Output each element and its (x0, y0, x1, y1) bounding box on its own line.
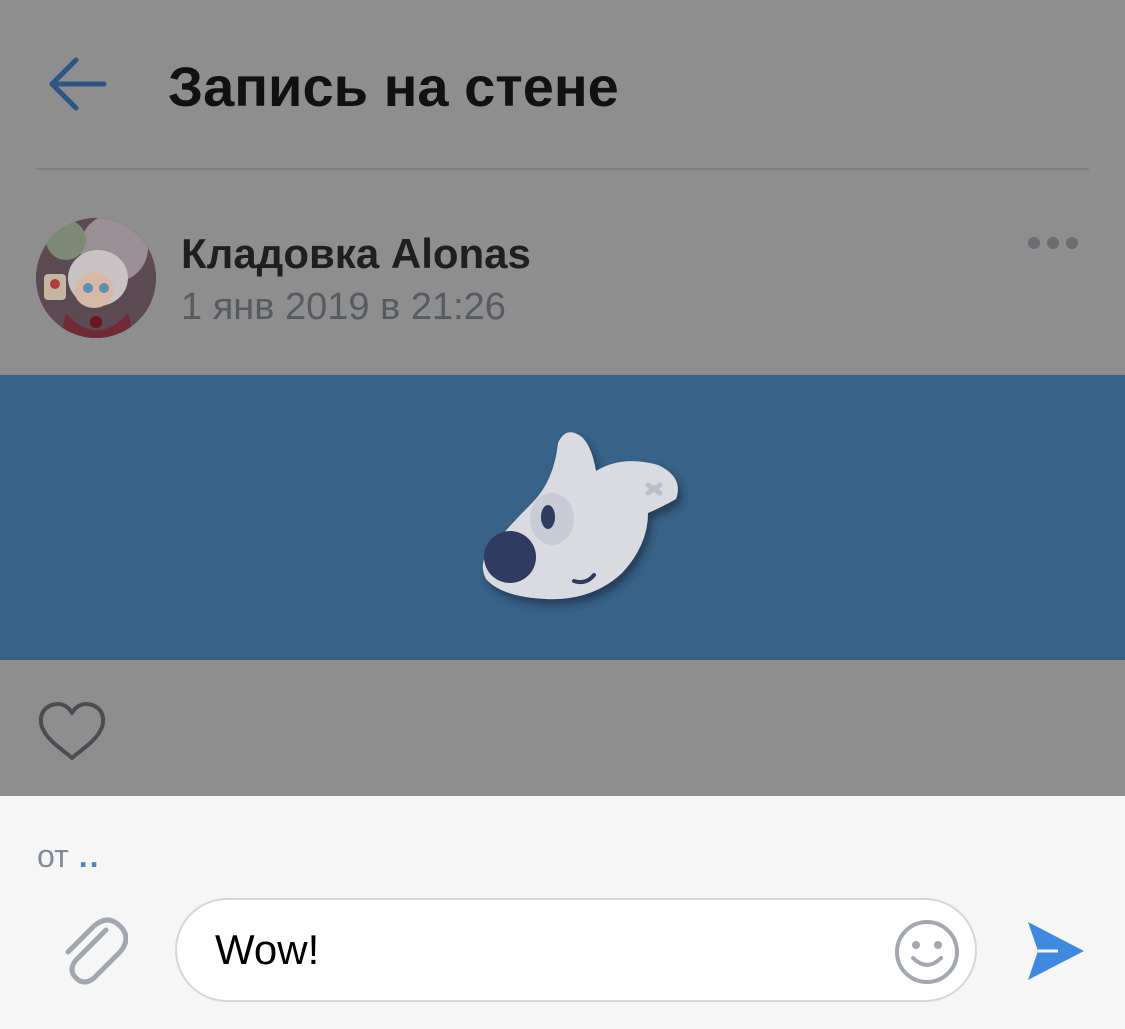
page-title: Запись на стене (168, 55, 619, 118)
emoji-button[interactable] (893, 918, 961, 986)
header-divider (36, 168, 1089, 170)
more-dots-icon (1028, 237, 1078, 249)
back-button[interactable] (46, 54, 110, 114)
dog-mascot-icon (482, 432, 678, 600)
paperclip-icon (65, 917, 129, 985)
like-button[interactable] (36, 700, 108, 764)
avatar-image (36, 218, 156, 338)
header: Запись на стене (0, 0, 1125, 170)
from-row: от.. (37, 838, 101, 874)
more-options-button[interactable] (1024, 226, 1082, 260)
wall-post-screen: Запись на стене Кладовка Alonas 1 янв 20… (0, 0, 1125, 1029)
send-icon (1028, 922, 1084, 980)
attach-button[interactable] (56, 912, 129, 990)
post-date: 1 янв 2019 в 21:26 (181, 286, 506, 328)
from-selector[interactable]: .. (79, 838, 101, 874)
message-input[interactable] (215, 918, 875, 982)
author-name[interactable]: Кладовка Alonas (181, 228, 531, 280)
send-button[interactable] (1024, 918, 1088, 984)
author-avatar[interactable] (36, 218, 156, 338)
heart-icon (38, 702, 106, 760)
from-label: от (37, 838, 69, 874)
smile-icon (895, 920, 959, 984)
back-arrow-icon (49, 57, 107, 111)
dimmed-page: Запись на стене Кладовка Alonas 1 янв 20… (0, 0, 1125, 796)
message-field[interactable] (175, 898, 977, 1002)
